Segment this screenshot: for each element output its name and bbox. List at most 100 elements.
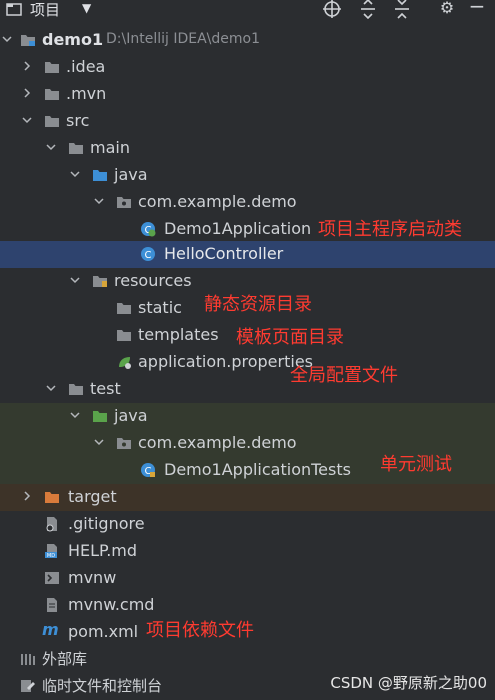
folder-icon xyxy=(69,384,83,395)
folder-icon xyxy=(117,330,131,341)
tree-label: target xyxy=(68,487,117,506)
folder-icon xyxy=(45,89,59,100)
tree-label: static xyxy=(138,298,182,317)
tree-row-test-java[interactable]: java xyxy=(0,403,495,430)
tree-row-mvnw[interactable]: mvnw xyxy=(0,565,495,592)
shell-script-icon xyxy=(45,572,59,584)
tree-row-static[interactable]: static 静态资源目录 xyxy=(0,294,495,322)
tree-label: test xyxy=(90,379,121,398)
tree-label: application.properties xyxy=(138,352,313,371)
tree-row-resources[interactable]: resources xyxy=(0,268,495,295)
locate-icon[interactable] xyxy=(322,0,342,19)
tree-row-pom-xml[interactable]: m pom.xml 项目依赖文件 xyxy=(0,619,495,646)
tree-row-templates[interactable]: templates 模板页面目录 xyxy=(0,322,495,349)
tree-label: src xyxy=(66,111,90,130)
project-icon xyxy=(6,3,22,16)
excluded-folder-icon xyxy=(45,492,59,503)
tree-label: com.example.demo xyxy=(138,192,297,211)
test-folder-icon xyxy=(93,411,107,422)
tree-label: .gitignore xyxy=(68,514,145,533)
caret-down-icon[interactable]: ▼ xyxy=(82,1,91,15)
tree-row-main[interactable]: main xyxy=(0,135,495,162)
package-icon xyxy=(117,438,131,449)
tree-label: 外部库 xyxy=(42,650,88,668)
library-icon xyxy=(21,654,35,665)
svg-text:MD: MD xyxy=(47,553,55,559)
expand-all-icon[interactable] xyxy=(358,0,378,19)
tree-label: main xyxy=(90,138,130,157)
package-icon xyxy=(117,197,131,208)
text-file-icon xyxy=(47,598,57,612)
tree-row-demo1[interactable]: demo1 D:\Intellij IDEA\demo1 xyxy=(0,27,495,54)
spring-class-icon: C xyxy=(141,222,156,237)
gitignore-file-icon xyxy=(46,517,57,532)
chevron-down-icon[interactable] xyxy=(20,113,34,127)
tree-label: pom.xml xyxy=(68,622,139,641)
tree-label: Demo1Application xyxy=(164,219,312,238)
spring-properties-icon xyxy=(119,357,131,369)
tree-row-demo1applicationtests[interactable]: C Demo1ApplicationTests 单元测试 xyxy=(0,454,495,484)
tree-row-idea[interactable]: .idea xyxy=(0,54,495,81)
tree-row-package[interactable]: com.example.demo xyxy=(0,189,495,216)
class-icon: C xyxy=(141,247,155,261)
hide-icon[interactable]: − xyxy=(466,0,488,18)
resources-folder-icon xyxy=(93,276,107,287)
chevron-down-icon[interactable] xyxy=(68,273,82,287)
tree-label: HelloController xyxy=(164,244,284,263)
chevron-right-icon[interactable] xyxy=(20,59,34,73)
tree-label: .idea xyxy=(66,57,106,76)
tree-row-hellocontroller[interactable]: C HelloController xyxy=(0,241,495,268)
chevron-down-icon[interactable] xyxy=(44,381,58,395)
svg-text:C: C xyxy=(145,250,152,261)
test-class-icon: C xyxy=(141,463,155,477)
tool-window-title[interactable]: 项目 xyxy=(30,0,60,20)
tree-row-mvnw-cmd[interactable]: mvnw.cmd xyxy=(0,592,495,619)
folder-icon xyxy=(69,143,83,154)
module-folder-icon xyxy=(21,35,35,46)
chevron-down-icon[interactable] xyxy=(92,194,106,208)
chevron-right-icon[interactable] xyxy=(20,86,34,100)
annotation-tests: 单元测试 xyxy=(380,454,452,475)
tree-label: resources xyxy=(114,271,192,290)
tree-row-java[interactable]: java xyxy=(0,162,495,189)
tree-row-application-properties[interactable]: application.properties 全局配置文件 xyxy=(0,349,495,386)
tree-row-external-libraries[interactable]: 外部库 xyxy=(0,646,495,673)
tree-label: Demo1ApplicationTests xyxy=(164,460,351,479)
tree-label: demo1 xyxy=(42,30,104,49)
tree-row-target[interactable]: target xyxy=(0,484,495,511)
tree-row-gitignore[interactable]: .gitignore xyxy=(0,511,495,538)
watermark: CSDN @野原新之助00 xyxy=(330,674,487,692)
markdown-file-icon: MD xyxy=(45,544,57,559)
annotation-templates: 模板页面目录 xyxy=(236,327,344,348)
tree-row-test-package[interactable]: com.example.demo xyxy=(0,430,495,457)
tree-row-test[interactable]: test xyxy=(0,376,495,403)
tree-label: com.example.demo xyxy=(138,433,297,452)
chevron-down-icon[interactable] xyxy=(44,140,58,154)
scratches-icon xyxy=(21,680,35,692)
annotation-static: 静态资源目录 xyxy=(204,294,312,315)
chevron-down-icon[interactable] xyxy=(92,435,106,449)
tree-row-mvn[interactable]: .mvn xyxy=(0,81,495,108)
tree-label: java xyxy=(114,406,148,425)
tree-label: mvnw.cmd xyxy=(68,595,155,614)
collapse-all-icon[interactable] xyxy=(392,0,412,19)
tree-label: HELP.md xyxy=(68,541,138,560)
chevron-right-icon[interactable] xyxy=(20,489,34,503)
gear-icon[interactable]: ⚙ xyxy=(436,0,458,20)
module-path: D:\Intellij IDEA\demo1 xyxy=(106,31,260,47)
tree-label: 临时文件和控制台 xyxy=(42,677,163,695)
tree-row-help-md[interactable]: MD HELP.md xyxy=(0,538,495,565)
maven-icon: m xyxy=(42,620,59,639)
chevron-down-icon[interactable] xyxy=(0,32,14,46)
tree-label: mvnw xyxy=(68,568,117,587)
tree-label: .mvn xyxy=(66,84,107,103)
tree-row-src[interactable]: src xyxy=(0,108,495,135)
source-folder-icon xyxy=(93,170,107,181)
chevron-down-icon[interactable] xyxy=(68,408,82,422)
tree-label: templates xyxy=(138,325,219,344)
chevron-down-icon[interactable] xyxy=(68,167,82,181)
annotation-app: 项目主程序启动类 xyxy=(318,219,462,240)
folder-icon xyxy=(117,303,131,314)
folder-icon xyxy=(45,116,59,127)
tree-row-demo1application[interactable]: C Demo1Application 项目主程序启动类 xyxy=(0,216,495,243)
